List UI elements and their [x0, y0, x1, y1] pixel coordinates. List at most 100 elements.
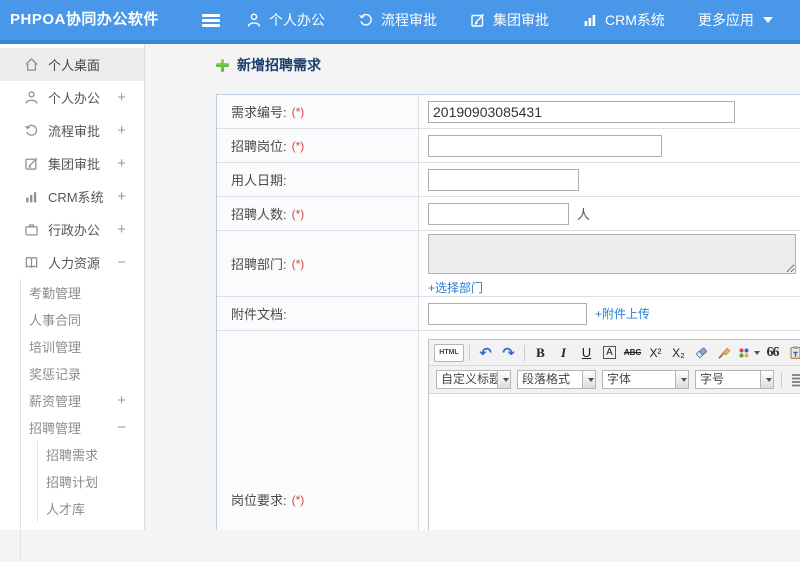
sidebar-item-recruit-plan[interactable]: 招聘计划 [38, 468, 144, 495]
sidebar-item-personal-office[interactable]: 个人办公 + [0, 81, 144, 114]
sidebar-item-workflow-approval[interactable]: 流程审批 + [0, 114, 144, 147]
field-input-cell: HTML ↶ ↷ B I U A ABC X² X₂ 66 自定义标题 段落格式… [419, 331, 800, 530]
superscript-button[interactable]: X² [645, 343, 666, 363]
field-input-cell [419, 129, 800, 162]
hamburger-menu-icon[interactable] [202, 14, 220, 17]
sidebar-item-rewards[interactable]: 奖惩记录 [21, 360, 144, 387]
toolbar-separator [524, 344, 525, 361]
attachment-input[interactable] [428, 302, 587, 325]
form-row-department: 招聘部门: (*) +选择部门 [217, 231, 800, 297]
sidebar-item-crm[interactable]: CRM系统 + [0, 180, 144, 213]
topnav-item-more-apps[interactable]: 更多应用 [698, 10, 773, 30]
field-label-cell: 招聘部门: (*) [217, 231, 419, 296]
strikethrough-button[interactable]: ABC [622, 343, 643, 363]
required-marker: (*) [291, 492, 305, 507]
edit-square-icon [24, 156, 39, 171]
sidebar-item-recruit-demand[interactable]: 招聘需求 [38, 441, 144, 468]
expand-icon[interactable]: + [117, 387, 126, 414]
form-row-hire-date: 用人日期: [217, 163, 800, 197]
font-border-button[interactable]: A [599, 343, 620, 363]
sidebar-item-recruitment[interactable]: 招聘管理 − [21, 414, 144, 441]
align-left-button[interactable] [788, 370, 800, 390]
field-input-cell: +附件上传 [419, 297, 800, 330]
field-label-cell: 附件文档: [217, 297, 419, 330]
topnav-item-crm[interactable]: CRM系统 [582, 10, 665, 30]
toolbar-separator [781, 371, 782, 388]
font-family-select[interactable]: 字体 [602, 370, 689, 389]
sidebar: 个人桌面 个人办公 + 流程审批 + 集团审批 + CRM系统 + 行政办公 +… [0, 44, 145, 562]
form-row-demand-no: 需求编号: (*) [217, 95, 800, 129]
editor-toolbar-row2: 自定义标题 段落格式 字体 字号 [429, 366, 800, 394]
color-palette-button[interactable] [737, 343, 760, 363]
bold-button[interactable]: B [530, 343, 551, 363]
field-input-cell: 人 [419, 197, 800, 230]
heading-select[interactable]: 自定义标题 [436, 370, 511, 389]
expand-icon[interactable]: + [117, 81, 126, 114]
hire-date-input[interactable] [428, 168, 579, 191]
form-row-position: 招聘岗位: (*) [217, 129, 800, 163]
expand-icon[interactable]: + [117, 114, 126, 147]
sidebar-item-group-approval[interactable]: 集团审批 + [0, 147, 144, 180]
field-label-cell: 岗位要求: (*) [217, 331, 419, 530]
caret-down-icon [762, 17, 773, 23]
caret-down-icon [754, 350, 760, 355]
department-textarea[interactable] [428, 233, 796, 274]
app-brand: PHPOA协同办公软件 [10, 11, 159, 28]
demand-no-input[interactable] [428, 100, 735, 123]
field-input-cell [419, 95, 800, 128]
home-icon [24, 57, 39, 72]
italic-button[interactable]: I [553, 343, 574, 363]
field-label-cell: 用人日期: [217, 163, 419, 196]
subscript-button[interactable]: X₂ [668, 343, 689, 363]
expand-icon[interactable]: + [117, 180, 126, 213]
sidebar-item-salary[interactable]: 薪资管理 + [21, 387, 144, 414]
field-label: 需求编号: [231, 105, 287, 120]
caret-down-icon [502, 377, 509, 382]
topnav-item-personal-office[interactable]: 个人办公 [246, 10, 325, 30]
blockquote-button[interactable]: 66 [762, 343, 783, 363]
sidebar-item-admin-office[interactable]: 行政办公 + [0, 213, 144, 246]
topnav-item-workflow-approval[interactable]: 流程审批 [358, 10, 437, 30]
caret-down-icon [680, 377, 687, 382]
required-marker: (*) [291, 206, 305, 221]
field-label: 用人日期: [231, 173, 287, 188]
select-department-link[interactable]: +选择部门 [428, 279, 483, 296]
bar-chart-icon [582, 12, 598, 28]
html-source-button[interactable]: HTML [434, 343, 464, 362]
sidebar-item-hr[interactable]: 人力资源 − [0, 246, 144, 279]
sidebar-item-training[interactable]: 培训管理 [21, 333, 144, 360]
bar-chart-icon [24, 189, 39, 204]
paragraph-select[interactable]: 段落格式 [517, 370, 596, 389]
expand-icon[interactable]: + [117, 213, 126, 246]
main-content: 新增招聘需求 需求编号: (*) 招聘岗位: (*) 用人日期: [146, 44, 800, 530]
upload-attachment-link[interactable]: +附件上传 [595, 305, 650, 322]
format-brush-button[interactable] [714, 343, 735, 363]
field-label: 招聘部门: [231, 257, 287, 272]
undo-button[interactable]: ↶ [475, 343, 496, 363]
headcount-input[interactable] [428, 202, 569, 225]
font-size-select[interactable]: 字号 [695, 370, 774, 389]
richtext-editor: HTML ↶ ↷ B I U A ABC X² X₂ 66 自定义标题 段落格式… [428, 339, 800, 530]
sidebar-item-hr-contract[interactable]: 人事合同 [21, 306, 144, 333]
recruitment-submenu: 招聘需求 招聘计划 人才库 [37, 441, 144, 522]
topnav-item-group-approval[interactable]: 集团审批 [470, 10, 549, 30]
field-label-cell: 招聘人数: (*) [217, 197, 419, 230]
editor-content-area[interactable] [429, 394, 800, 530]
form-row-attachment: 附件文档: +附件上传 [217, 297, 800, 331]
field-label-cell: 招聘岗位: (*) [217, 129, 419, 162]
editor-toolbar-row1: HTML ↶ ↷ B I U A ABC X² X₂ 66 [429, 340, 800, 366]
expand-icon[interactable]: + [117, 147, 126, 180]
eraser-button[interactable] [691, 343, 712, 363]
edit-square-icon [470, 12, 486, 28]
sidebar-item-personal-desktop[interactable]: 个人桌面 [0, 48, 144, 81]
sidebar-item-talent-pool[interactable]: 人才库 [38, 495, 144, 522]
caret-down-icon [765, 377, 772, 382]
collapse-icon[interactable]: − [117, 414, 126, 441]
paste-button[interactable] [785, 343, 800, 363]
underline-button[interactable]: U [576, 343, 597, 363]
collapse-icon[interactable]: − [117, 246, 126, 279]
position-input[interactable] [428, 134, 662, 157]
person-icon [24, 90, 39, 105]
sidebar-item-attendance[interactable]: 考勤管理 [21, 279, 144, 306]
redo-button[interactable]: ↷ [498, 343, 519, 363]
